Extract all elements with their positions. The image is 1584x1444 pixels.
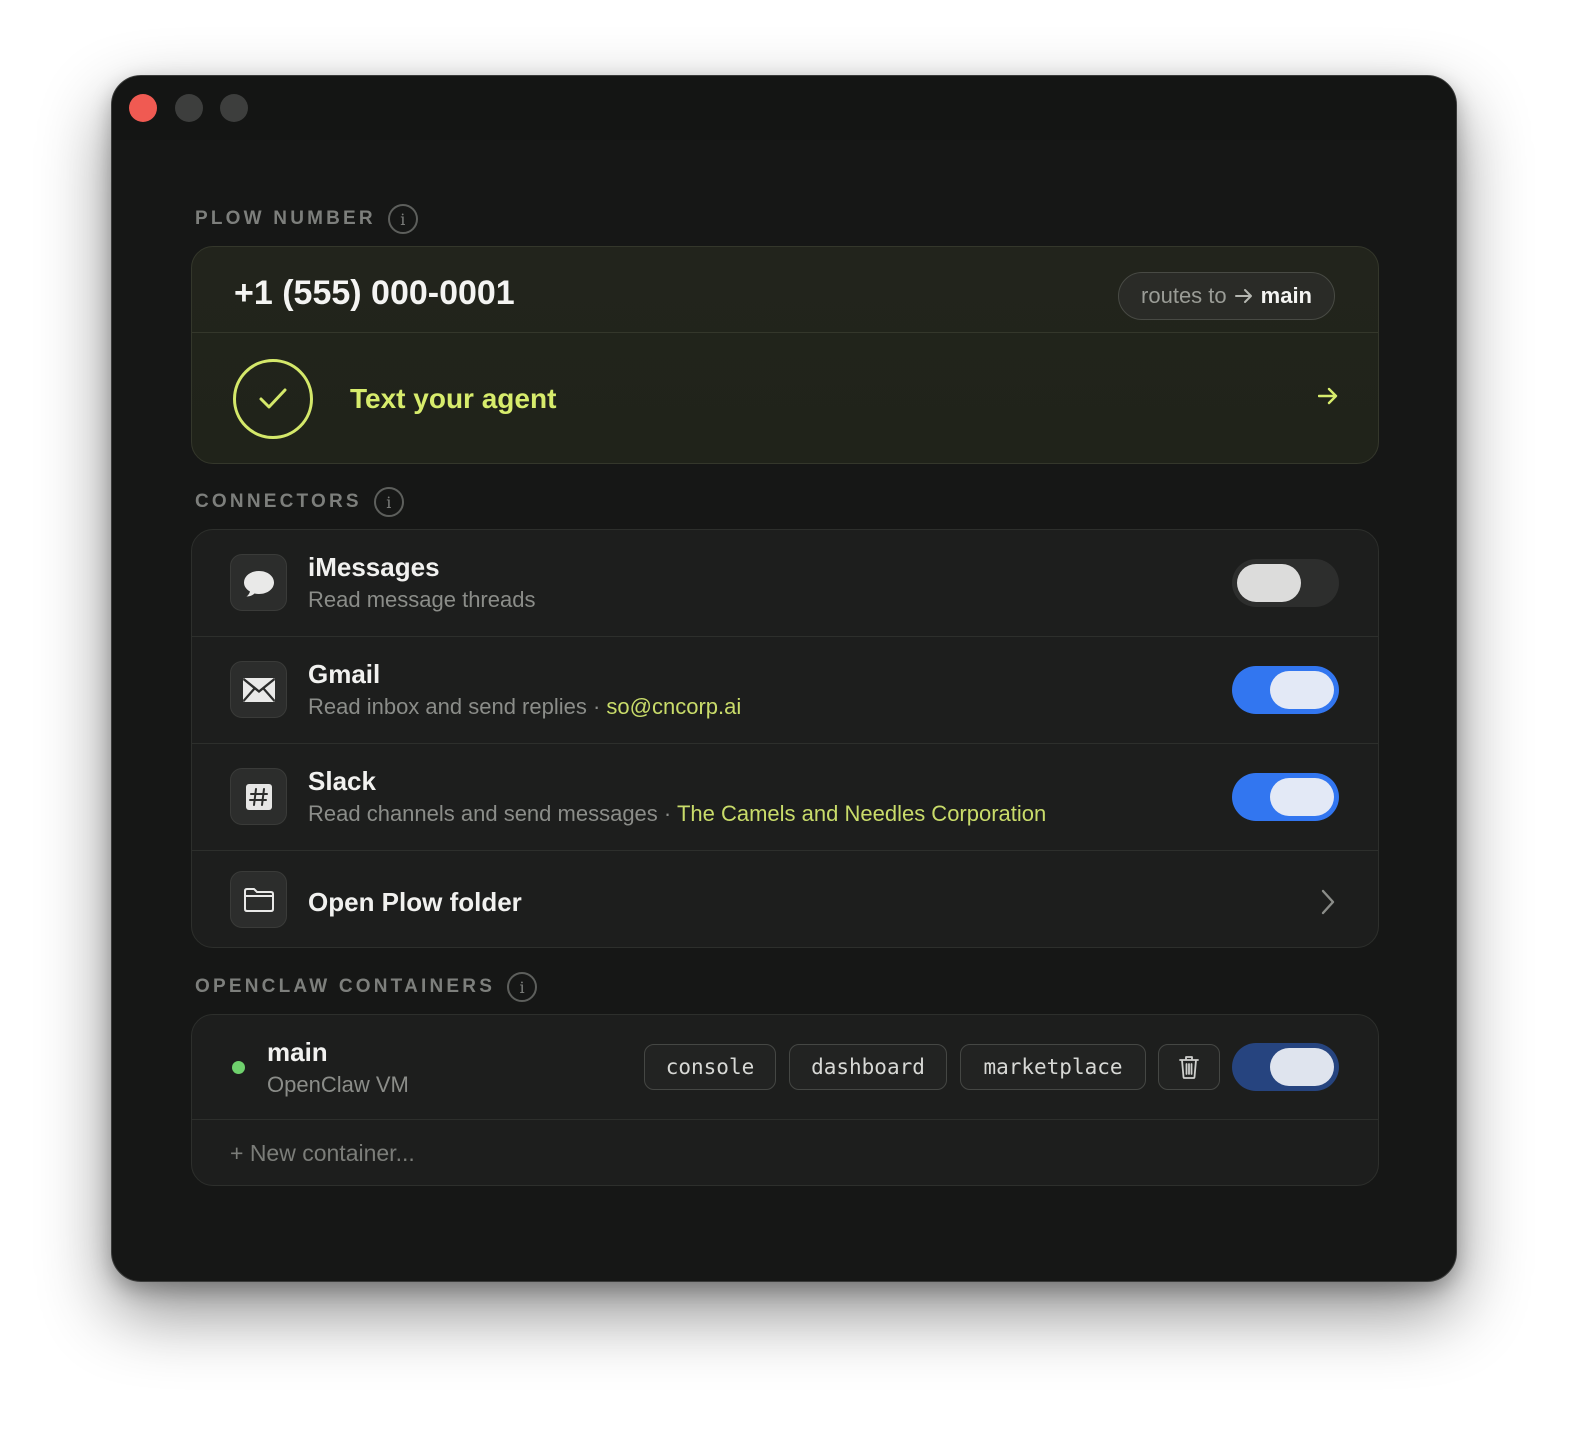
envelope-icon: [230, 661, 287, 718]
toggle-knob: [1270, 1048, 1334, 1086]
phone-number: +1 (555) 000-0001: [234, 274, 515, 312]
minimize-window-button[interactable]: [175, 94, 203, 122]
toggle-knob: [1237, 564, 1301, 602]
open-plow-folder-row[interactable]: Open Plow folder: [192, 851, 1378, 947]
plow-number-heading: PLOW NUMBER: [195, 208, 376, 229]
connector-subtitle-line: Read inbox and send replies · so@cncorp.…: [308, 694, 741, 720]
checkmark-circle-icon: [233, 359, 313, 439]
delete-container-button[interactable]: [1158, 1044, 1220, 1090]
connector-title: iMessages: [308, 552, 440, 582]
container-main-toggle[interactable]: [1232, 1043, 1339, 1091]
info-icon[interactable]: i: [373, 487, 404, 517]
connector-subtitle: Read inbox and send replies ·: [308, 694, 607, 719]
routes-prefix: routes to: [1141, 283, 1227, 308]
title-bar: [112, 76, 1456, 140]
text-your-agent-label: Text your agent: [350, 383, 557, 414]
connectors-heading: CONNECTORS: [195, 491, 362, 512]
slack-workspace-name: The Camels and Needles Corporation: [676, 801, 1047, 826]
hash-icon: [230, 768, 287, 825]
trash-icon: [1179, 1056, 1199, 1079]
status-running-dot: [232, 1061, 245, 1074]
connector-title: Gmail: [308, 659, 381, 689]
connector-subtitle: Read channels and send messages ·: [308, 801, 677, 826]
connector-row-imessages: iMessages Read message threads: [192, 530, 1378, 637]
plow-number-card: +1 (555) 000-0001 routes to main Text yo…: [191, 246, 1379, 464]
console-button[interactable]: console: [644, 1044, 776, 1090]
plow-number-section-label: PLOW NUMBER i: [195, 204, 418, 234]
close-window-button[interactable]: [129, 94, 157, 122]
gmail-toggle[interactable]: [1232, 666, 1339, 714]
arrow-right-icon: [1234, 289, 1252, 303]
connector-row-gmail: Gmail Read inbox and send replies · so@c…: [192, 637, 1378, 744]
connector-subtitle: Read message threads: [308, 587, 536, 612]
connectors-card: iMessages Read message threads Gmail Rea…: [191, 529, 1379, 948]
slack-toggle[interactable]: [1232, 773, 1339, 821]
marketplace-button[interactable]: marketplace: [960, 1044, 1146, 1090]
connectors-section-label: CONNECTORS i: [195, 487, 404, 517]
folder-icon: [230, 871, 287, 928]
gmail-account-email: so@cncorp.ai: [606, 694, 742, 719]
container-name: main: [267, 1037, 328, 1067]
dashboard-button[interactable]: dashboard: [789, 1044, 947, 1090]
containers-section-label: OPENCLAW CONTAINERS i: [195, 972, 538, 1002]
toggle-knob: [1270, 671, 1334, 709]
maximize-window-button[interactable]: [220, 94, 248, 122]
connector-row-slack: Slack Read channels and send messages · …: [192, 744, 1378, 851]
containers-card: main OpenClaw VM console dashboard marke…: [191, 1014, 1379, 1186]
toggle-knob: [1270, 778, 1334, 816]
routes-target: main: [1260, 283, 1312, 308]
routes-to-badge[interactable]: routes to main: [1118, 272, 1335, 320]
container-subtitle: OpenClaw VM: [267, 1072, 409, 1097]
open-plow-folder-label: Open Plow folder: [308, 887, 522, 917]
app-window: PLOW NUMBER i +1 (555) 000-0001 routes t…: [111, 75, 1457, 1282]
phone-number-row: +1 (555) 000-0001 routes to main: [192, 247, 1378, 333]
speech-bubble-icon: [230, 554, 287, 611]
containers-heading: OPENCLAW CONTAINERS: [195, 976, 496, 997]
info-icon[interactable]: i: [507, 972, 538, 1002]
chevron-right-icon: [1321, 889, 1335, 915]
connector-subtitle-line: Read channels and send messages · The Ca…: [308, 801, 1046, 827]
imessages-toggle[interactable]: [1232, 559, 1339, 607]
connector-title: Slack: [308, 766, 376, 796]
arrow-right-icon: [1318, 387, 1338, 405]
container-row-main: main OpenClaw VM console dashboard marke…: [192, 1015, 1378, 1120]
new-container-button[interactable]: + New container...: [230, 1140, 415, 1167]
text-your-agent-row[interactable]: Text your agent: [192, 333, 1378, 463]
info-icon[interactable]: i: [387, 204, 418, 234]
